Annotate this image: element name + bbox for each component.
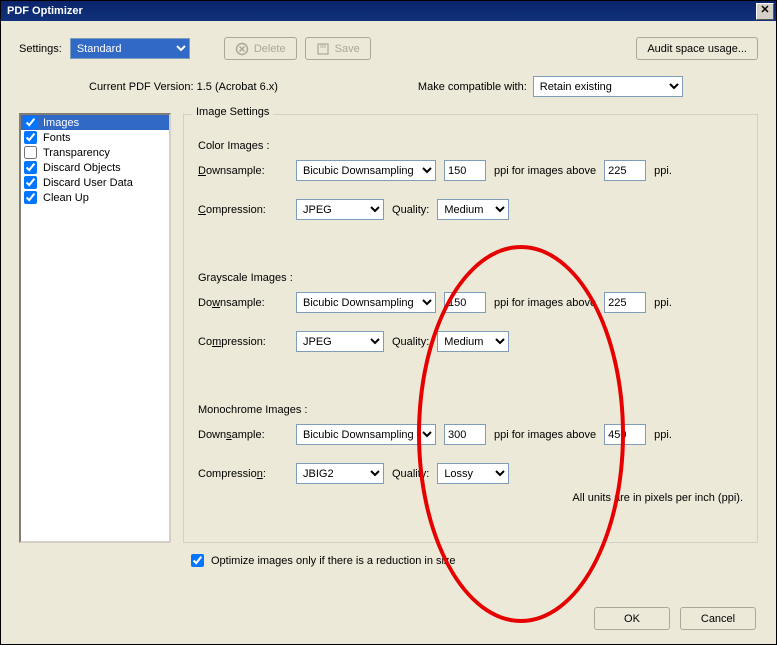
sidebar-item-label: Clean Up bbox=[43, 192, 89, 204]
audit-label: Audit space usage... bbox=[647, 43, 747, 55]
mono-downsample-value[interactable] bbox=[444, 424, 486, 445]
mono-compression-select[interactable]: JBIG2 bbox=[296, 463, 384, 484]
color-above-value[interactable] bbox=[604, 160, 646, 181]
ppi-suffix: ppi. bbox=[654, 165, 672, 177]
save-button[interactable]: Save bbox=[305, 37, 371, 60]
category-list[interactable]: Images Fonts Transparency Discard Object… bbox=[19, 113, 171, 543]
delete-icon bbox=[235, 42, 249, 56]
save-icon bbox=[316, 42, 330, 56]
mono-quality-select[interactable]: Lossy bbox=[437, 463, 509, 484]
color-downsample-value[interactable] bbox=[444, 160, 486, 181]
titlebar: PDF Optimizer ✕ bbox=[1, 1, 776, 21]
close-icon: ✕ bbox=[760, 4, 769, 16]
dialog-body: Settings: Standard Delete Save Audit spa… bbox=[1, 21, 776, 644]
color-quality-select[interactable]: Medium bbox=[437, 199, 509, 220]
downsample-label: Downsample: bbox=[198, 297, 288, 309]
checkbox-images[interactable] bbox=[24, 116, 37, 129]
dialog-buttons: OK Cancel bbox=[594, 607, 756, 630]
mono-above-value[interactable] bbox=[604, 424, 646, 445]
settings-select[interactable]: Standard bbox=[70, 38, 190, 59]
checkbox-discard-objects[interactable] bbox=[24, 161, 37, 174]
make-compatible-label: Make compatible with: bbox=[418, 81, 527, 93]
compression-label: Compression: bbox=[198, 336, 288, 348]
color-heading: Color Images : bbox=[198, 140, 743, 152]
window: PDF Optimizer ✕ Settings: Standard Delet… bbox=[0, 0, 777, 645]
quality-label: Quality: bbox=[392, 204, 429, 216]
ppi-for-label: ppi for images above bbox=[494, 429, 596, 441]
checkbox-transparency[interactable] bbox=[24, 146, 37, 159]
make-compatible-select[interactable]: Retain existing bbox=[533, 76, 683, 97]
gray-downsample-method[interactable]: Bicubic Downsampling to bbox=[296, 292, 436, 313]
units-note: All units are in pixels per inch (ppi). bbox=[198, 492, 743, 504]
ppi-for-label: ppi for images above bbox=[494, 297, 596, 309]
ppi-suffix: ppi. bbox=[654, 297, 672, 309]
gray-quality-select[interactable]: Medium bbox=[437, 331, 509, 352]
color-downsample-method[interactable]: Bicubic Downsampling to bbox=[296, 160, 436, 181]
sidebar-item-fonts[interactable]: Fonts bbox=[21, 130, 169, 145]
optimize-label: Optimize images only if there is a reduc… bbox=[211, 555, 456, 567]
color-compression-row: Compression: JPEG Quality: Medium bbox=[198, 199, 743, 220]
cancel-button[interactable]: Cancel bbox=[680, 607, 756, 630]
checkbox-discard-user-data[interactable] bbox=[24, 176, 37, 189]
save-label: Save bbox=[335, 43, 360, 55]
close-button[interactable]: ✕ bbox=[756, 3, 774, 20]
gray-compression-row: Compression: JPEG Quality: Medium bbox=[198, 331, 743, 352]
mono-downsample-method[interactable]: Bicubic Downsampling to bbox=[296, 424, 436, 445]
sidebar-item-discard-objects[interactable]: Discard Objects bbox=[21, 160, 169, 175]
mono-downsample-row: Downsample: Bicubic Downsampling to ppi … bbox=[198, 424, 743, 445]
image-settings-panel: Image Settings Color Images : Downsample… bbox=[183, 113, 758, 543]
mono-heading: Monochrome Images : bbox=[198, 404, 743, 416]
gray-downsample-value[interactable] bbox=[444, 292, 486, 313]
sidebar-item-images[interactable]: Images bbox=[21, 115, 169, 130]
ok-button[interactable]: OK bbox=[594, 607, 670, 630]
main-area: Images Fonts Transparency Discard Object… bbox=[19, 113, 758, 543]
mono-compression-row: Compression: JBIG2 Quality: Lossy bbox=[198, 463, 743, 484]
ppi-for-label: ppi for images above bbox=[494, 165, 596, 177]
sidebar-item-clean-up[interactable]: Clean Up bbox=[21, 190, 169, 205]
color-downsample-row: Downsample: Bicubic Downsampling to ppi … bbox=[198, 160, 743, 181]
sidebar-item-label: Discard User Data bbox=[43, 177, 133, 189]
gray-above-value[interactable] bbox=[604, 292, 646, 313]
compression-label: Compression: bbox=[198, 468, 288, 480]
panel-legend: Image Settings bbox=[192, 106, 273, 118]
sidebar-item-label: Images bbox=[43, 117, 79, 129]
current-version-label: Current PDF Version: 1.5 (Acrobat 6.x) bbox=[89, 81, 278, 93]
version-row: Current PDF Version: 1.5 (Acrobat 6.x) M… bbox=[89, 76, 758, 97]
optimize-checkbox[interactable] bbox=[191, 554, 204, 567]
sidebar-item-label: Discard Objects bbox=[43, 162, 121, 174]
settings-label: Settings: bbox=[19, 43, 62, 55]
sidebar-item-label: Fonts bbox=[43, 132, 71, 144]
audit-space-button[interactable]: Audit space usage... bbox=[636, 37, 758, 60]
sidebar-item-discard-user-data[interactable]: Discard User Data bbox=[21, 175, 169, 190]
gray-compression-select[interactable]: JPEG bbox=[296, 331, 384, 352]
downsample-label: Downsample: bbox=[198, 429, 288, 441]
checkbox-fonts[interactable] bbox=[24, 131, 37, 144]
color-compression-select[interactable]: JPEG bbox=[296, 199, 384, 220]
optimize-row: Optimize images only if there is a reduc… bbox=[187, 551, 758, 570]
gray-downsample-row: Downsample: Bicubic Downsampling to ppi … bbox=[198, 292, 743, 313]
ppi-suffix: ppi. bbox=[654, 429, 672, 441]
checkbox-clean-up[interactable] bbox=[24, 191, 37, 204]
compression-label: Compression: bbox=[198, 204, 288, 216]
top-row: Settings: Standard Delete Save Audit spa… bbox=[19, 37, 758, 60]
downsample-label: Downsample: bbox=[198, 165, 288, 177]
sidebar-item-label: Transparency bbox=[43, 147, 110, 159]
quality-label: Quality: bbox=[392, 468, 429, 480]
window-title: PDF Optimizer bbox=[7, 5, 83, 17]
delete-button[interactable]: Delete bbox=[224, 37, 297, 60]
sidebar-item-transparency[interactable]: Transparency bbox=[21, 145, 169, 160]
quality-label: Quality: bbox=[392, 336, 429, 348]
gray-heading: Grayscale Images : bbox=[198, 272, 743, 284]
delete-label: Delete bbox=[254, 43, 286, 55]
